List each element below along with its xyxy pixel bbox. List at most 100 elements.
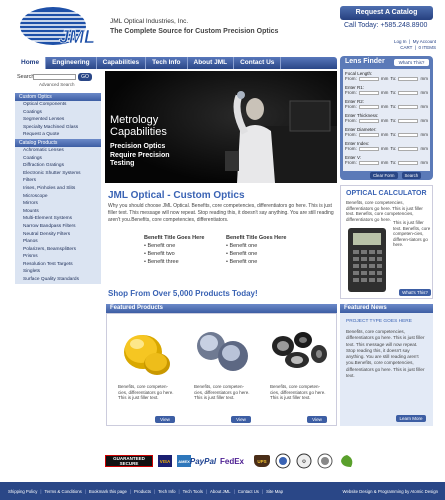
lens-finder-row: Focal Length: From: mm To: mm xyxy=(345,71,428,81)
sidebar-item[interactable]: Microscope xyxy=(15,193,101,201)
sidebar-item[interactable]: Coatings xyxy=(15,155,101,163)
nav-home[interactable]: Home xyxy=(15,57,47,69)
visa-icon: VISA xyxy=(158,455,172,467)
lens-search-button[interactable]: Search xyxy=(401,172,422,179)
to-input[interactable] xyxy=(398,146,419,151)
featured-products-heading: Featured Products xyxy=(106,304,337,313)
main-title: JML Optical - Custom Optics xyxy=(108,190,245,201)
footer-credit[interactable]: Website Design & Programming by Atomic D… xyxy=(343,489,438,494)
from-input[interactable] xyxy=(358,90,379,95)
yellow-lens-image[interactable] xyxy=(109,316,183,380)
from-label: From: xyxy=(345,90,357,95)
sidebar-item[interactable]: Singlets xyxy=(15,268,101,276)
sidebar-item[interactable]: Achromatic Lenses xyxy=(15,147,101,155)
jml-logo[interactable]: JML xyxy=(19,6,95,47)
my-account-link[interactable]: My Account xyxy=(413,39,436,44)
sidebar-item[interactable]: Resolution Test Targets xyxy=(15,261,101,269)
sidebar-item[interactable]: Specialty Machined Glass xyxy=(15,124,101,132)
sidebar-item[interactable]: Planos xyxy=(15,238,101,246)
sidebar-item[interactable]: Segmented Lenses xyxy=(15,116,101,124)
nav-engineering[interactable]: Engineering xyxy=(46,57,97,69)
footer-link[interactable]: Bookmark this page xyxy=(89,489,127,494)
sidebar-item[interactable]: Filters xyxy=(15,177,101,185)
unit-label: mm xyxy=(380,118,389,123)
from-input[interactable] xyxy=(358,118,379,123)
cart-link[interactable]: CART xyxy=(400,45,412,50)
sidebar-item[interactable]: Surface Quality Standards xyxy=(15,276,101,284)
clear-form-button[interactable]: Clear Form xyxy=(370,172,398,179)
view-button[interactable]: View xyxy=(307,416,327,423)
sidebar-item[interactable]: Prisms xyxy=(15,253,101,261)
custom-optics-heading[interactable]: Custom Optics xyxy=(15,93,101,101)
nav-contact[interactable]: Contact Us xyxy=(234,57,282,69)
footer-link[interactable]: Terms & Conditions xyxy=(45,489,82,494)
footer-link[interactable]: Shipping Policy xyxy=(8,489,37,494)
nav-tech-info[interactable]: Tech Info xyxy=(146,57,188,69)
learn-more-button[interactable]: Learn More xyxy=(396,415,426,422)
unit-label: mm xyxy=(380,146,389,151)
hero-banner[interactable]: Metrology Capabilities Precision Optics Re… xyxy=(105,71,337,183)
sidebar-item[interactable]: Mirrors xyxy=(15,200,101,208)
footer-link[interactable]: Site Map xyxy=(266,489,283,494)
catalog-products-heading[interactable]: Catalog Products xyxy=(15,138,101,147)
from-input[interactable] xyxy=(358,146,379,151)
lens-finder-title: Lens Finder xyxy=(345,58,385,65)
to-input[interactable] xyxy=(398,90,419,95)
glass-lens-image[interactable] xyxy=(185,316,259,380)
lens-finder-help-button[interactable]: What's This? xyxy=(394,59,429,66)
seal-icon xyxy=(275,453,291,469)
nav-capabilities[interactable]: Capabilities xyxy=(97,57,147,69)
mount-parts-image[interactable] xyxy=(261,316,335,380)
logo-text: JML xyxy=(59,27,94,46)
sidebar-item[interactable]: Mounts xyxy=(15,208,101,216)
sidebar-item[interactable]: Optical Components xyxy=(15,101,101,109)
sidebar-item[interactable]: Multi-Element Systems xyxy=(15,215,101,223)
from-input[interactable] xyxy=(358,76,379,81)
view-button[interactable]: View xyxy=(231,416,251,423)
cart-items[interactable]: 0 ITEMS xyxy=(418,45,436,50)
footer-link[interactable]: Products xyxy=(134,489,151,494)
sidebar-item[interactable]: Polarizers, Beamsplitters xyxy=(15,246,101,254)
sidebar-item[interactable]: Electronic Shutter Systems xyxy=(15,170,101,178)
hero-subtitle: Precision Optics Require Precision Testing xyxy=(110,143,170,167)
footer-link[interactable]: Tech Tools xyxy=(183,489,203,494)
from-input[interactable] xyxy=(358,132,379,137)
to-input[interactable] xyxy=(398,132,419,137)
benefit-item: • Benefit three xyxy=(144,259,179,265)
from-input[interactable] xyxy=(358,160,379,165)
to-input[interactable] xyxy=(398,160,419,165)
sidebar-item[interactable]: Coatings xyxy=(15,109,101,117)
advanced-search-link[interactable]: Advanced Search xyxy=(39,82,75,87)
footer-link[interactable]: Tech Info xyxy=(158,489,175,494)
sidebar-item[interactable]: Irises, Pinholes and Slits xyxy=(15,185,101,193)
calculator-help-button[interactable]: What's This? xyxy=(399,289,431,296)
from-input[interactable] xyxy=(358,104,379,109)
calculator-text-2: This is just filler text. Benefits, core… xyxy=(393,220,431,248)
request-catalog-button[interactable]: Request A Catalog xyxy=(340,6,433,20)
unit-label: mm xyxy=(380,90,389,95)
news-headline[interactable]: PROJECT TYPE GOES HERE xyxy=(346,319,412,324)
to-input[interactable] xyxy=(398,104,419,109)
to-input[interactable] xyxy=(398,76,419,81)
search-input[interactable] xyxy=(33,74,76,80)
search-box: Search GO Advanced Search xyxy=(15,73,101,88)
certification-icon: ⚙ xyxy=(296,453,312,469)
benefit-item: • Benefit two xyxy=(144,251,175,257)
secure-badge: GUARANTEED SECURE xyxy=(105,455,153,467)
calculator-title: OPTICAL CALCULATOR xyxy=(346,190,427,197)
login-link[interactable]: Log In xyxy=(394,39,407,44)
main-nav: Home Engineering Capabilities Tech Info … xyxy=(15,57,337,69)
footer-link[interactable]: About JML xyxy=(210,489,231,494)
view-button[interactable]: View xyxy=(155,416,175,423)
sidebar-item[interactable]: Diffraction Gratings xyxy=(15,162,101,170)
sidebar-item[interactable]: Neutral Density Filters xyxy=(15,231,101,239)
nav-about[interactable]: About JML xyxy=(188,57,235,69)
calculator-icon[interactable] xyxy=(346,226,390,294)
sidebar-item[interactable]: Narrow Bandpass Filters xyxy=(15,223,101,231)
footer-link[interactable]: Contact Us xyxy=(238,489,259,494)
sidebar-item[interactable]: Request a Quote xyxy=(15,131,101,139)
to-input[interactable] xyxy=(398,118,419,123)
benefit-item: • Benefit one xyxy=(226,259,258,265)
shop-banner[interactable]: Shop From Over 5,000 Products Today! xyxy=(108,289,258,298)
search-go-button[interactable]: GO xyxy=(78,73,92,81)
